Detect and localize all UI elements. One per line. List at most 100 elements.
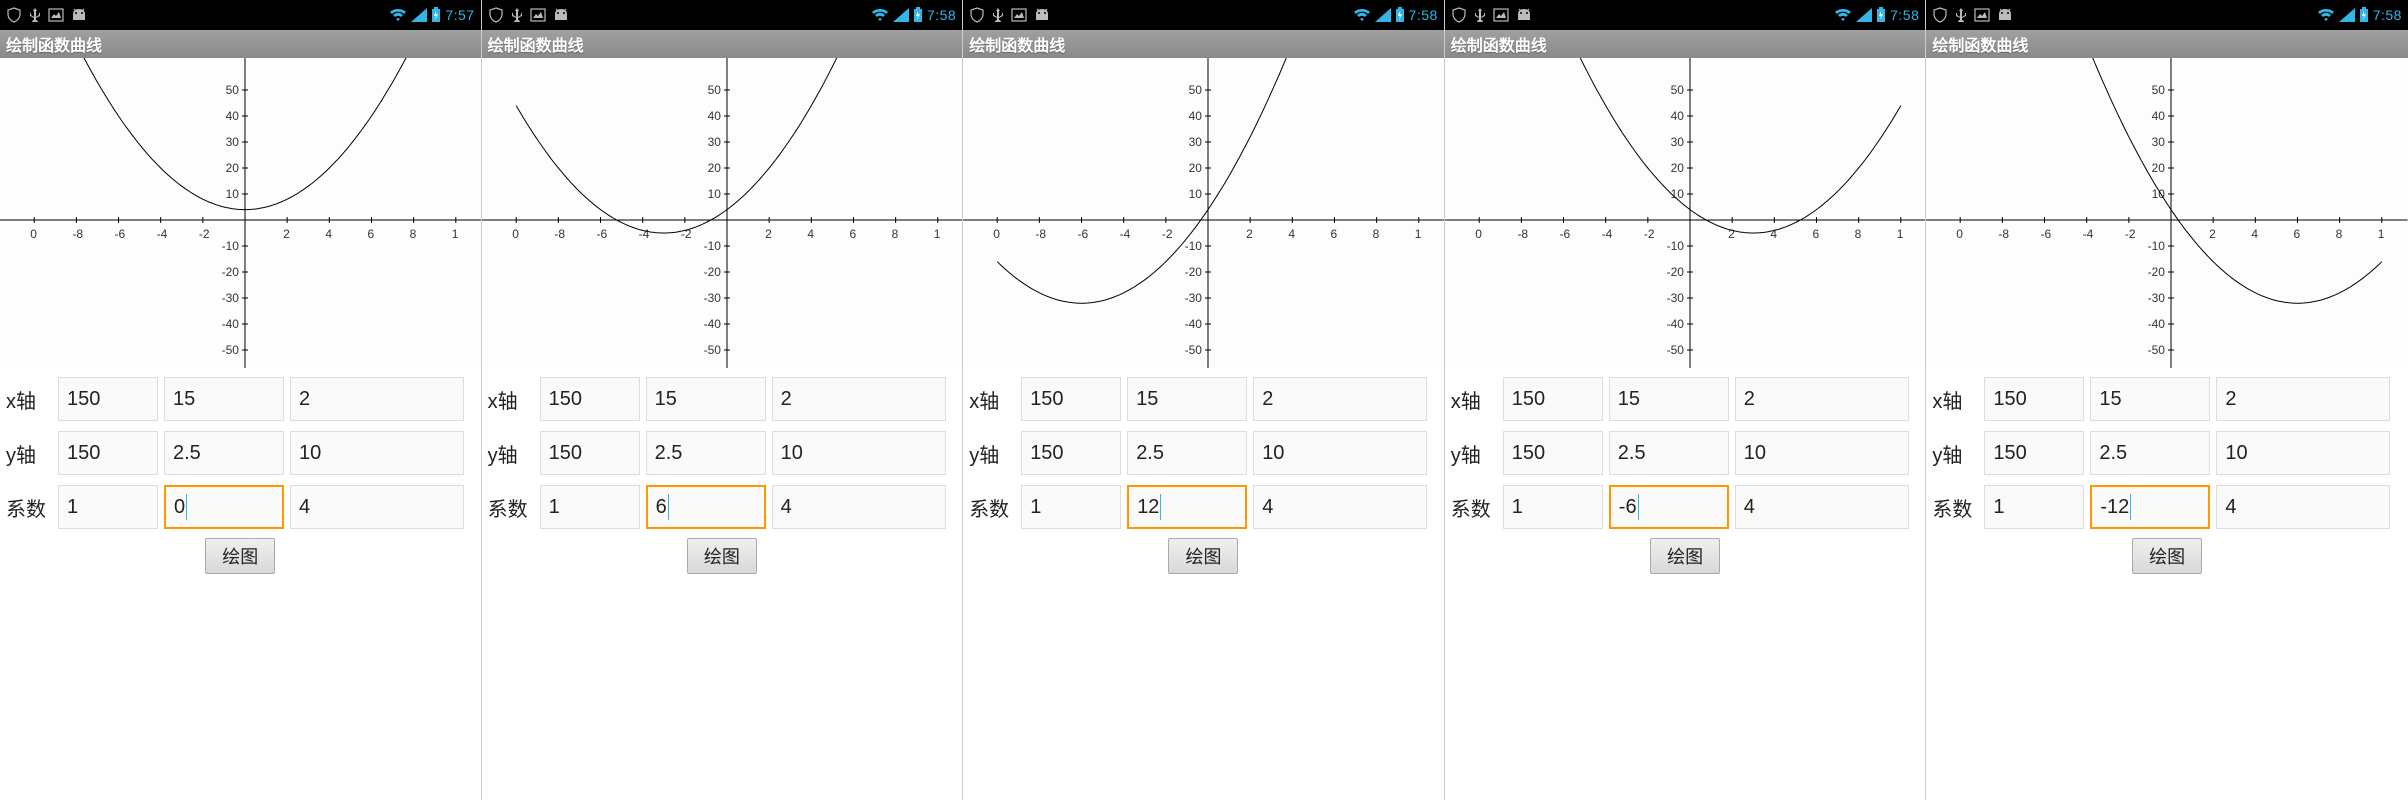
svg-text:0: 0	[512, 227, 519, 241]
plot-button[interactable]: 绘图	[2132, 538, 2202, 574]
clock: 7:58	[1409, 7, 1438, 23]
svg-text:-20: -20	[1666, 265, 1684, 279]
wifi-icon	[389, 8, 407, 22]
input-yaxis-1[interactable]: 2.5	[1127, 431, 1247, 475]
wifi-icon	[1834, 8, 1852, 22]
svg-text:2: 2	[765, 227, 772, 241]
signal-icon	[1856, 8, 1872, 22]
row-xaxis: x轴150152	[1445, 372, 1926, 426]
input-xaxis-2[interactable]: 2	[2216, 377, 2390, 421]
battery-icon	[1876, 7, 1886, 23]
form: x轴150152 y轴1502.510 系数1-64 绘图	[1445, 368, 1926, 578]
input-xaxis-2[interactable]: 2	[290, 377, 464, 421]
input-coef-2[interactable]: 4	[2216, 485, 2390, 529]
svg-text:30: 30	[1189, 135, 1203, 149]
input-coef-1[interactable]: 0	[164, 485, 284, 529]
input-xaxis-1[interactable]: 15	[646, 377, 766, 421]
input-yaxis-1[interactable]: 2.5	[2090, 431, 2210, 475]
input-yaxis-0[interactable]: 150	[1021, 431, 1121, 475]
svg-text:-2: -2	[1162, 227, 1173, 241]
battery-icon	[913, 7, 923, 23]
svg-text:10: 10	[226, 187, 240, 201]
plot-button[interactable]: 绘图	[1168, 538, 1238, 574]
image-icon	[1974, 8, 1990, 22]
input-yaxis-2[interactable]: 10	[772, 431, 946, 475]
input-coef-2[interactable]: 4	[290, 485, 464, 529]
form: x轴150152 y轴1502.510 系数1124 绘图	[963, 368, 1444, 578]
input-xaxis-1[interactable]: 15	[1609, 377, 1729, 421]
svg-text:6: 6	[849, 227, 856, 241]
input-coef-1[interactable]: 6	[646, 485, 766, 529]
input-xaxis-0[interactable]: 150	[1984, 377, 2084, 421]
svg-text:-4: -4	[1601, 227, 1612, 241]
input-coef-0[interactable]: 1	[1503, 485, 1603, 529]
svg-text:20: 20	[707, 161, 721, 175]
image-icon	[1011, 8, 1027, 22]
input-coef-0[interactable]: 1	[1021, 485, 1121, 529]
input-coef-1[interactable]: -6	[1609, 485, 1729, 529]
svg-text:8: 8	[410, 227, 417, 241]
image-icon	[1493, 8, 1509, 22]
input-xaxis-0[interactable]: 150	[540, 377, 640, 421]
svg-text:-20: -20	[2148, 265, 2166, 279]
input-yaxis-2[interactable]: 10	[1253, 431, 1427, 475]
svg-text:-40: -40	[1185, 317, 1203, 331]
input-xaxis-1[interactable]: 15	[164, 377, 284, 421]
svg-text:10: 10	[707, 187, 721, 201]
svg-text:-8: -8	[1517, 227, 1528, 241]
input-yaxis-2[interactable]: 10	[2216, 431, 2390, 475]
input-xaxis-2[interactable]: 2	[1253, 377, 1427, 421]
svg-text:50: 50	[2152, 83, 2166, 97]
status-bar: 7:58	[1445, 0, 1926, 30]
input-coef-0[interactable]: 1	[540, 485, 640, 529]
input-yaxis-0[interactable]: 150	[1984, 431, 2084, 475]
input-xaxis-1[interactable]: 15	[1127, 377, 1247, 421]
input-xaxis-2[interactable]: 2	[1735, 377, 1909, 421]
input-coef-0[interactable]: 1	[1984, 485, 2084, 529]
input-coef-1[interactable]: 12	[1127, 485, 1247, 529]
input-xaxis-1[interactable]: 15	[2090, 377, 2210, 421]
svg-text:4: 4	[325, 227, 332, 241]
input-xaxis-0[interactable]: 150	[58, 377, 158, 421]
input-xaxis-0[interactable]: 150	[1503, 377, 1603, 421]
input-coef-0[interactable]: 1	[58, 485, 158, 529]
svg-text:-50: -50	[222, 343, 240, 357]
label-yaxis: y轴	[1932, 439, 1984, 468]
input-coef-2[interactable]: 4	[1253, 485, 1427, 529]
row-yaxis: y轴1502.510	[0, 426, 481, 480]
usb-icon	[991, 7, 1005, 23]
plot-area: 0-8-6-4-2246811020304050-10-20-30-40-50-…	[482, 58, 963, 368]
input-xaxis-2[interactable]: 2	[772, 377, 946, 421]
plot-button[interactable]: 绘图	[1650, 538, 1720, 574]
input-coef-1[interactable]: -12	[2090, 485, 2210, 529]
input-yaxis-1[interactable]: 2.5	[164, 431, 284, 475]
input-yaxis-0[interactable]: 150	[540, 431, 640, 475]
screen-3: 7:58 绘制函数曲线 0-8-6-4-2246811020304050-10-…	[1445, 0, 1927, 800]
label-xaxis: x轴	[1932, 385, 1984, 414]
input-yaxis-0[interactable]: 150	[58, 431, 158, 475]
label-yaxis: y轴	[488, 439, 540, 468]
svg-text:30: 30	[2152, 135, 2166, 149]
android-icon	[1515, 8, 1533, 22]
input-coef-2[interactable]: 4	[1735, 485, 1909, 529]
input-xaxis-0[interactable]: 150	[1021, 377, 1121, 421]
input-coef-2[interactable]: 4	[772, 485, 946, 529]
svg-text:-4: -4	[157, 227, 168, 241]
input-yaxis-0[interactable]: 150	[1503, 431, 1603, 475]
input-yaxis-2[interactable]: 10	[290, 431, 464, 475]
input-yaxis-1[interactable]: 2.5	[1609, 431, 1729, 475]
input-yaxis-2[interactable]: 10	[1735, 431, 1909, 475]
plot-button[interactable]: 绘图	[687, 538, 757, 574]
svg-text:-4: -4	[2083, 227, 2094, 241]
svg-text:-8: -8	[1999, 227, 2010, 241]
svg-text:-8: -8	[1036, 227, 1047, 241]
battery-icon	[431, 7, 441, 23]
plot-button[interactable]: 绘图	[205, 538, 275, 574]
clock: 7:58	[1890, 7, 1919, 23]
battery-icon	[1395, 7, 1405, 23]
svg-text:6: 6	[367, 227, 374, 241]
svg-text:8: 8	[1854, 227, 1861, 241]
input-yaxis-1[interactable]: 2.5	[646, 431, 766, 475]
svg-text:-30: -30	[1185, 291, 1203, 305]
svg-text:-40: -40	[222, 317, 240, 331]
